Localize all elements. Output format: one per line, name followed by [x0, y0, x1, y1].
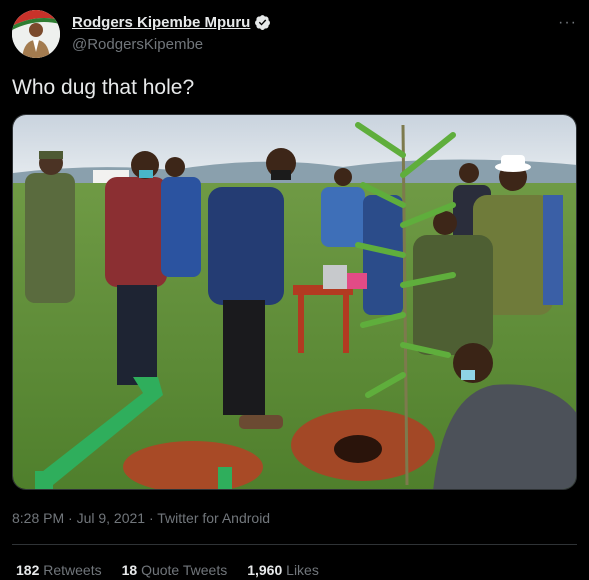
tweet-stats: 182 Retweets 18 Quote Tweets 1,960 Likes	[16, 562, 339, 578]
tweet-text: Who dug that hole?	[12, 76, 195, 99]
tweet-timestamp[interactable]: 8:28 PM · Jul 9, 2021 · Twitter for Andr…	[12, 510, 270, 526]
verified-badge-icon	[255, 15, 271, 30]
quote-tweets-count: 18	[121, 562, 138, 578]
likes-stat[interactable]: 1,960 Likes	[247, 562, 319, 578]
likes-count: 1,960	[247, 562, 283, 578]
user-handle[interactable]: @RodgersKipembe	[72, 36, 203, 53]
tweet-header: Rodgers Kipembe Mpuru @RodgersKipembe ··…	[12, 10, 577, 60]
quote-tweets-stat[interactable]: 18 Quote Tweets	[122, 562, 228, 578]
retweets-label: Retweets	[43, 562, 102, 578]
quote-tweets-label: Quote Tweets	[141, 562, 228, 578]
tweet-photo[interactable]	[12, 114, 577, 490]
likes-label: Likes	[286, 562, 319, 578]
divider	[12, 544, 577, 545]
more-options-icon[interactable]: ···	[558, 14, 577, 32]
avatar[interactable]	[12, 10, 60, 58]
display-name[interactable]: Rodgers Kipembe Mpuru	[72, 14, 250, 31]
retweets-count: 182	[16, 562, 40, 578]
retweets-stat[interactable]: 182 Retweets	[16, 562, 102, 578]
